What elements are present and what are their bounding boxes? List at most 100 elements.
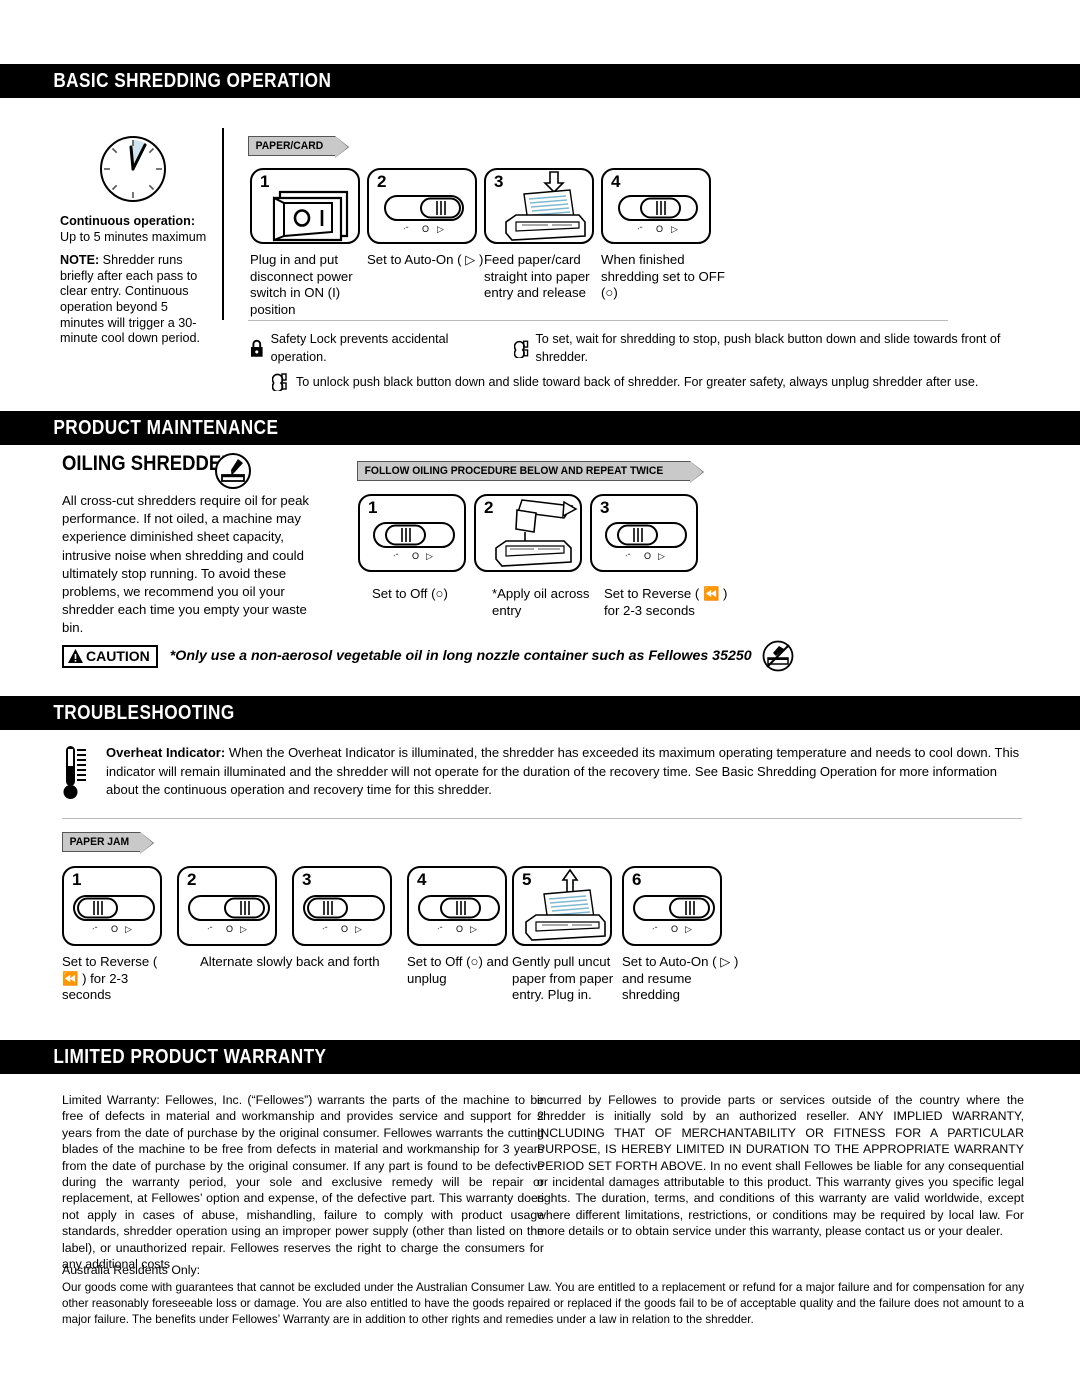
step-label-jam-2: Alternate slowly back and forth bbox=[200, 954, 380, 969]
continuous-operation-value: Up to 5 minutes maximum bbox=[60, 229, 207, 244]
slide-switch-icon: ᐧᐨ O ▷ bbox=[418, 895, 500, 934]
svg-text:ᐧᐨ: ᐧᐨ bbox=[403, 224, 409, 234]
slide-switch-icon: ᐧᐨ O ▷ bbox=[73, 895, 155, 934]
step-box-basic-3: 3 bbox=[484, 168, 594, 244]
section-title-product-maintenance: PRODUCT MAINTENANCE bbox=[53, 416, 279, 439]
ribbon-paper-jam: PAPER JAM bbox=[62, 832, 155, 854]
slide-switch-icon: ᐧᐨ O ▷ bbox=[188, 895, 270, 934]
svg-text:ᐧᐨ: ᐧᐨ bbox=[322, 924, 328, 934]
warranty-column-right: incurred by Fellowes to provide parts or… bbox=[537, 1093, 1024, 1239]
ribbon-arrow bbox=[334, 136, 349, 158]
oiling-body-text: All cross-cut shredders require oil for … bbox=[62, 493, 310, 636]
svg-text:▷: ▷ bbox=[685, 924, 692, 934]
australia-heading: Australia Residents Only: bbox=[62, 1263, 201, 1277]
svg-text:O: O bbox=[671, 924, 678, 934]
section-header-basic-shredding: BASIC SHREDDING OPERATION bbox=[0, 64, 1080, 98]
step-label-jam-6: Set to Auto-On ( ▷ ) and resume shreddin… bbox=[622, 954, 739, 1002]
ribbon-paper-jam-label: PAPER JAM bbox=[69, 836, 130, 848]
step-box-jam-5: 5 bbox=[512, 866, 612, 946]
svg-text:▷: ▷ bbox=[470, 924, 477, 934]
step-label-jam-4: Set to Off (○) and unplug bbox=[407, 954, 509, 986]
svg-text:▷: ▷ bbox=[658, 551, 665, 561]
section-title-warranty: LIMITED PRODUCT WARRANTY bbox=[53, 1045, 327, 1068]
step-label-jam-5: Gently pull uncut paper from paper entry… bbox=[512, 954, 614, 1002]
safety-lock-text-2: To set, wait for shredding to stop, push… bbox=[535, 332, 1001, 364]
slide-switch-icon: ᐧᐨ O ▷ bbox=[303, 895, 385, 934]
warranty-column-left: Limited Warranty: Fellowes, Inc. (“Fello… bbox=[62, 1093, 544, 1272]
slide-switch-icon: ᐧᐨ O ▷ bbox=[605, 522, 687, 561]
svg-text:▷: ▷ bbox=[671, 224, 678, 234]
svg-text:ᐧᐨ: ᐧᐨ bbox=[92, 924, 98, 934]
svg-text:▷: ▷ bbox=[240, 924, 247, 934]
apply-oil-icon bbox=[495, 499, 578, 567]
safety-lock-text-3: To unlock push black button down and sli… bbox=[296, 374, 979, 389]
slide-switch-icon: ᐧᐨ O ▷ bbox=[384, 195, 464, 234]
svg-text:ᐧᐨ: ᐧᐨ bbox=[207, 924, 213, 934]
step-box-jam-2: 2 ᐧᐨ O ▷ bbox=[177, 866, 277, 946]
safety-lock-line-2: To unlock push black button down and sli… bbox=[250, 372, 1040, 391]
step-label-basic-1: Plug in and put disconnect power switch … bbox=[250, 252, 353, 317]
ribbon-paper-card: PAPER/CARD bbox=[248, 136, 349, 158]
step-box-jam-4: 4 ᐧᐨ O ▷ bbox=[407, 866, 507, 946]
svg-text:▷: ▷ bbox=[426, 551, 433, 561]
step-box-jam-6: 6 ᐧᐨ O ▷ bbox=[622, 866, 722, 946]
step-label-oiling-2: *Apply oil across entry bbox=[492, 586, 590, 618]
overheat-label: Overheat Indicator: bbox=[106, 745, 226, 760]
svg-text:O: O bbox=[341, 924, 348, 934]
caution-row: CAUTION *Only use a non-aerosol vegetabl… bbox=[62, 640, 794, 672]
step-label-oiling-3: Set to Reverse ( ⏪ ) for 2-3 seconds bbox=[604, 586, 728, 618]
caution-badge: CAUTION bbox=[62, 644, 158, 668]
svg-text:ᐧᐨ: ᐧᐨ bbox=[393, 551, 399, 561]
overheat-text: When the Overheat Indicator is illuminat… bbox=[106, 745, 1020, 797]
ribbon-oiling-label: FOLLOW OILING PROCEDURE BELOW AND REPEAT… bbox=[364, 465, 664, 477]
step-label-basic-4: When finished shredding set to OFF (○) bbox=[601, 252, 725, 300]
caution-label: CAUTION bbox=[86, 647, 150, 664]
step-label-jam-1: Set to Reverse ( ⏪ ) for 2-3 seconds bbox=[62, 954, 158, 1002]
divider-safety bbox=[248, 320, 948, 321]
caution-text: *Only use a non-aerosol vegetable oil in… bbox=[169, 648, 752, 664]
section-header-product-maintenance: PRODUCT MAINTENANCE bbox=[0, 411, 1080, 445]
svg-text:O: O bbox=[226, 924, 233, 934]
safety-lock-notes: Safety Lock prevents accidental operatio… bbox=[250, 330, 1040, 397]
australia-text: Our goods come with guarantees that cann… bbox=[62, 1281, 1024, 1326]
svg-text:▷: ▷ bbox=[125, 924, 132, 934]
svg-text:ᐧᐨ: ᐧᐨ bbox=[637, 224, 643, 234]
svg-text:ᐧᐨ: ᐧᐨ bbox=[652, 924, 658, 934]
ribbon-arrow bbox=[140, 832, 155, 854]
overheat-indicator-note: Overheat Indicator: When the Overheat In… bbox=[62, 744, 1022, 804]
divider-paper-jam bbox=[62, 818, 1022, 819]
oiling-shredder-title: OILING SHREDDER bbox=[62, 452, 235, 475]
ribbon-oiling-procedure: FOLLOW OILING PROCEDURE BELOW AND REPEAT… bbox=[357, 461, 704, 483]
svg-text:O: O bbox=[644, 551, 651, 561]
pull-paper-icon bbox=[525, 868, 606, 941]
padlock-open-icon bbox=[513, 340, 529, 358]
svg-text:O: O bbox=[422, 224, 429, 234]
vertical-divider bbox=[222, 128, 224, 320]
feed-paper-icon bbox=[505, 171, 586, 241]
svg-text:▷: ▷ bbox=[437, 224, 444, 234]
section-header-warranty: LIMITED PRODUCT WARRANTY bbox=[0, 1040, 1080, 1074]
padlock-closed-icon bbox=[250, 339, 263, 357]
oil-bottle-icon bbox=[214, 452, 252, 490]
manual-page: BASIC SHREDDING OPERATION Continuous ope… bbox=[0, 0, 1080, 1397]
continuous-operation-heading: Continuous operation: bbox=[60, 214, 196, 228]
svg-text:O: O bbox=[456, 924, 463, 934]
ribbon-arrow bbox=[689, 461, 704, 483]
padlock-open-icon bbox=[272, 373, 287, 391]
power-switch-icon bbox=[272, 190, 349, 242]
step-label-basic-2: Set to Auto-On ( ▷ ) bbox=[367, 252, 484, 267]
note-block: NOTE: Shredder runs briefly after each p… bbox=[60, 253, 210, 347]
overheat-text-wrap: Overheat Indicator: When the Overheat In… bbox=[106, 744, 1022, 804]
svg-text:O: O bbox=[656, 224, 663, 234]
svg-text:ᐧᐨ: ᐧᐨ bbox=[625, 551, 631, 561]
step-box-oiling-1: 1 ᐧᐨ O ▷ bbox=[358, 494, 466, 572]
svg-text:O: O bbox=[412, 551, 419, 561]
safety-lock-line-1: Safety Lock prevents accidental operatio… bbox=[250, 330, 1040, 366]
step-box-basic-2: 2 ᐧᐨ O ▷ bbox=[367, 168, 477, 244]
safety-lock-text-1: Safety Lock prevents accidental operatio… bbox=[270, 332, 449, 364]
slide-switch-icon: ᐧᐨ O ▷ bbox=[373, 522, 455, 561]
section-title-basic-shredding: BASIC SHREDDING OPERATION bbox=[53, 69, 332, 92]
no-aerosol-icon bbox=[762, 640, 794, 672]
step-box-basic-4: 4 ᐧᐨ O ▷ bbox=[601, 168, 711, 244]
continuous-operation-info: Continuous operation: Up to 5 minutes ma… bbox=[60, 214, 210, 355]
